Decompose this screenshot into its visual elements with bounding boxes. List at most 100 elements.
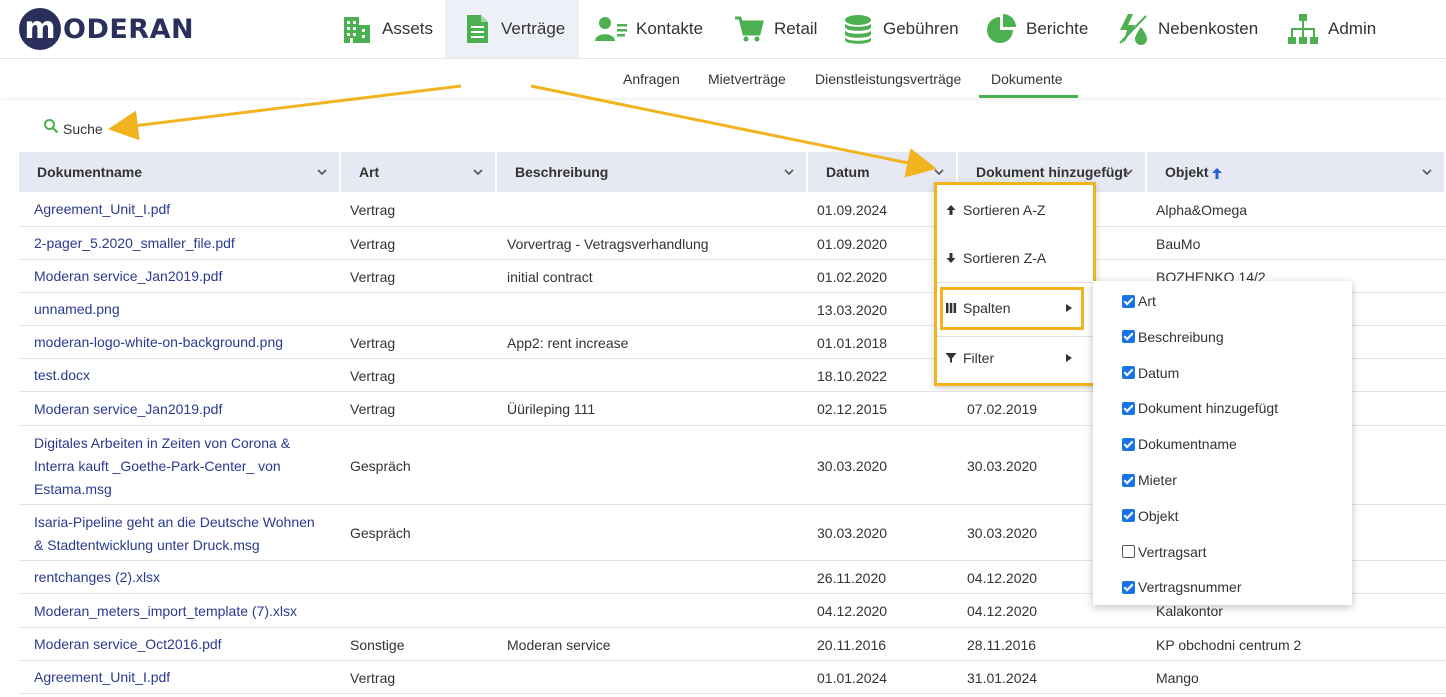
checkbox[interactable] — [1122, 330, 1135, 344]
moderan-logo[interactable]: m ODERAN — [19, 7, 194, 51]
document-name-link[interactable]: Digitales Arbeiten in Zeiten von Corona … — [34, 432, 290, 501]
cell-objekt: KP obchodni centrum 2 — [1156, 636, 1302, 653]
chevron-down-icon[interactable] — [471, 165, 485, 179]
org-chart-icon — [1286, 12, 1320, 46]
column-toggle-label: Objekt — [1138, 507, 1179, 524]
chevron-down-icon[interactable] — [1420, 165, 1434, 179]
checkbox[interactable] — [1122, 294, 1135, 308]
cell-art: Vertrag — [350, 268, 396, 285]
nav-item-kontakte[interactable]: Kontakte — [578, 0, 719, 58]
document-name-link[interactable]: Agreement_Unit_I.pdf — [34, 198, 170, 221]
column-toggle-option[interactable]: Dokumentname — [1122, 436, 1237, 452]
search-toggle[interactable]: Suche — [43, 118, 103, 139]
column-toggle-option[interactable]: Datum — [1122, 365, 1179, 381]
cell-hinzugefuegt: 30.03.2020 — [967, 457, 1038, 474]
cell-datum: 02.12.2015 — [817, 401, 888, 417]
checkbox[interactable] — [1122, 401, 1135, 415]
chevron-down-icon[interactable] — [782, 165, 796, 179]
column-toggle-option[interactable]: Vertragsart — [1122, 544, 1206, 560]
nav-item-retail[interactable]: Retail — [716, 0, 833, 58]
cell-art: Vertrag — [350, 201, 396, 218]
sort-ascending-icon — [1212, 168, 1222, 179]
columns-submenu: Art Beschreibung Datum Dokument hinzugefügt… — [1093, 281, 1352, 605]
nav-item-gebuehren[interactable]: Gebühren — [825, 0, 975, 58]
nav-item-assets[interactable]: Assets — [324, 0, 449, 58]
nav-label: Berichte — [1026, 19, 1089, 38]
document-name-link[interactable]: Moderan_meters_import_template (7).xlsx — [34, 600, 297, 623]
cell-datum: 30.03.2020 — [817, 525, 888, 541]
menu-columns[interactable]: Spalten — [945, 300, 1075, 316]
column-toggle-option[interactable]: Vertragsnummer — [1122, 579, 1241, 595]
cell-hinzugefuegt: 30.03.2020 — [967, 525, 1038, 541]
table-row[interactable]: 2-pager_5.2020_smaller_file.pdf Vertrag Vo… — [19, 227, 1446, 260]
column-title: Dokumentname — [37, 164, 143, 180]
tab-mietvertraege[interactable]: Mietverträge — [708, 71, 786, 87]
menu-label: Filter — [963, 350, 995, 366]
menu-divider — [937, 336, 1093, 337]
checkbox[interactable] — [1122, 366, 1135, 380]
menu-sort-desc[interactable]: Sortieren Z-A — [945, 250, 1046, 266]
table-row[interactable]: Agreement_Unit_I.pdf Vertrag 01.09.2024 Alp… — [19, 192, 1446, 227]
column-header-beschreibung[interactable]: Beschreibung — [497, 152, 808, 192]
cell-art: Sonstige — [350, 636, 405, 653]
document-name-link[interactable]: test.docx — [34, 364, 90, 387]
checkbox[interactable] — [1122, 473, 1135, 487]
checkbox[interactable] — [1122, 580, 1135, 594]
tab-anfragen[interactable]: Anfragen — [623, 71, 680, 87]
document-name-link[interactable]: unnamed.png — [34, 298, 120, 321]
document-name-link[interactable]: Moderan service_Oct2016.pdf — [34, 633, 222, 656]
column-title: Dokument hinzugefügt — [976, 164, 1128, 180]
chevron-down-icon[interactable] — [315, 165, 329, 179]
table-row[interactable]: Agreement_Unit_I.pdf Vertrag 01.01.2024 31.… — [19, 661, 1446, 694]
nav-item-berichte[interactable]: Berichte — [968, 0, 1104, 58]
cell-beschreibung: Vorvertrag - Vetragsverhandlung — [507, 235, 709, 252]
columns-icon — [946, 303, 957, 313]
cell-art: Gespräch — [350, 457, 411, 474]
column-toggle-option[interactable]: Mieter — [1122, 472, 1177, 488]
active-tab-indicator — [979, 95, 1078, 98]
menu-sort-asc[interactable]: Sortieren A-Z — [945, 202, 1045, 218]
column-header-dokumentname[interactable]: Dokumentname — [19, 152, 341, 192]
checkbox[interactable] — [1122, 545, 1135, 559]
nav-item-vertraege[interactable]: Verträge — [445, 0, 579, 58]
cell-datum: 30.03.2020 — [817, 457, 888, 474]
document-name-link[interactable]: Isaria-Pipeline geht an die Deutsche Woh… — [34, 511, 315, 557]
document-name-link[interactable]: moderan-logo-white-on-background.png — [34, 331, 283, 354]
column-header-art[interactable]: Art — [341, 152, 497, 192]
cell-art: Gespräch — [350, 525, 411, 541]
nav-item-admin[interactable]: Admin — [1270, 0, 1392, 58]
column-toggle-option[interactable]: Objekt — [1122, 508, 1178, 524]
checkbox[interactable] — [1122, 509, 1135, 523]
logo-mark: m — [19, 8, 61, 50]
document-name-link[interactable]: 2-pager_5.2020_smaller_file.pdf — [34, 232, 235, 255]
column-toggle-option[interactable]: Beschreibung — [1122, 329, 1224, 345]
column-header-objekt[interactable]: Objekt — [1147, 152, 1446, 192]
chevron-down-icon[interactable] — [932, 165, 946, 179]
tab-dienstleistungsvertraege[interactable]: Dienstleistungsverträge — [815, 71, 961, 87]
document-name-link[interactable]: Agreement_Unit_I.pdf — [34, 666, 170, 689]
document-name-link[interactable]: Moderan service_Jan2019.pdf — [34, 265, 222, 288]
chevron-down-icon[interactable] — [1121, 165, 1135, 179]
nav-label: Admin — [1328, 19, 1377, 38]
document-icon — [461, 12, 493, 46]
nav-label: Assets — [382, 19, 434, 38]
cart-icon — [732, 12, 766, 46]
tab-dokumente[interactable]: Dokumente — [991, 71, 1063, 87]
column-toggle-option[interactable]: Dokument hinzugefügt — [1122, 400, 1278, 416]
table-row[interactable]: Moderan service_Oct2016.pdf Sonstige Moder… — [19, 628, 1446, 661]
column-menu: Sortieren A-Z Sortieren Z-A Spalten Filt… — [934, 182, 1096, 386]
contact-card-icon — [594, 12, 628, 46]
menu-label: Spalten — [963, 300, 1011, 316]
document-name-line: Digitales Arbeiten in Zeiten von Corona … — [34, 435, 291, 451]
nav-item-nebenkosten[interactable]: Nebenkosten — [1100, 0, 1274, 58]
cell-beschreibung: Üürileping 111 — [507, 401, 596, 417]
menu-filter[interactable]: Filter — [945, 350, 1075, 366]
document-name-link[interactable]: Moderan service_Jan2019.pdf — [34, 398, 222, 421]
document-name-link[interactable]: rentchanges (2).xlsx — [34, 566, 160, 589]
nav-label: Nebenkosten — [1158, 19, 1259, 38]
cell-art: Vertrag — [350, 669, 396, 686]
checkbox[interactable] — [1122, 437, 1135, 451]
cell-objekt: Mango — [1156, 669, 1199, 686]
pie-chart-icon — [984, 12, 1018, 46]
column-toggle-option[interactable]: Art — [1122, 293, 1156, 309]
